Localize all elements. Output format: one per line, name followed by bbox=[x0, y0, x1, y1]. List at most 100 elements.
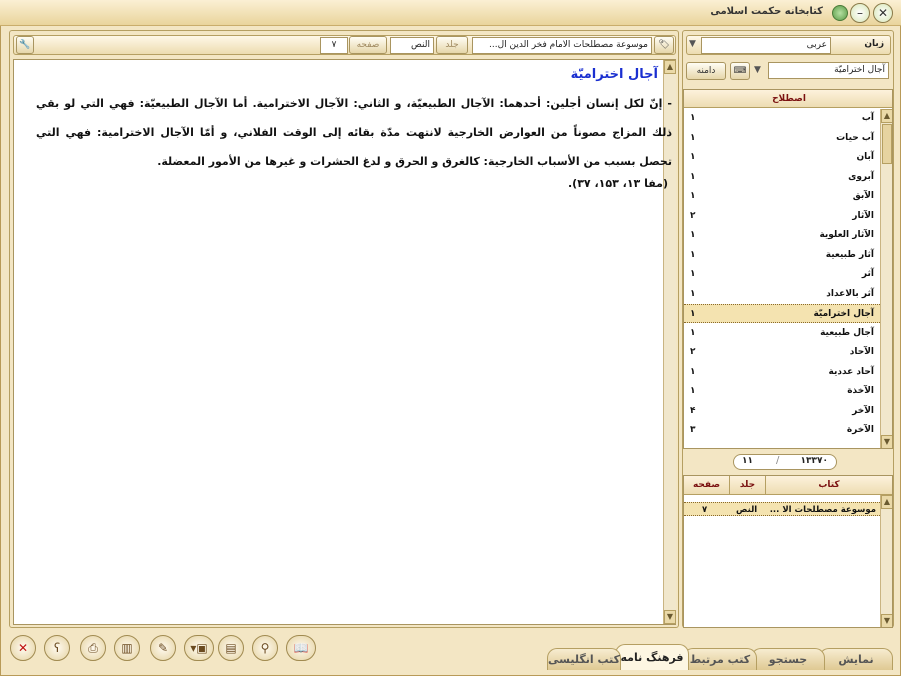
term-word: الآخر bbox=[852, 405, 874, 416]
close-window-button[interactable]: ✕ bbox=[873, 3, 893, 23]
list-item[interactable]: آجال اختراميّة ۱ bbox=[684, 304, 880, 323]
dictionary-panel: زبان عربی ▼ آجال اختراميّة ▼ ⌨ دامنه اصط… bbox=[682, 30, 894, 628]
books-scrollbar[interactable]: ▲ ▼ bbox=[880, 495, 892, 627]
list-item[interactable]: آب حیات ۱ bbox=[684, 129, 880, 148]
chevron-down-icon[interactable]: ▼ bbox=[754, 65, 761, 75]
article-reference: (مفا ۱۳، ۱۵۳، ۳۷). bbox=[568, 177, 668, 190]
books-table: کتاب جلد صفحه موسوعة مصطلحات الا ... النص… bbox=[683, 475, 893, 628]
page-label: صفحه bbox=[356, 40, 380, 50]
list-item[interactable]: آبروی ۱ bbox=[684, 168, 880, 187]
term-count: ۲ bbox=[690, 347, 696, 357]
list-item[interactable]: آبان ۱ bbox=[684, 148, 880, 167]
copy-icon: ▤ bbox=[225, 641, 237, 655]
term-list-header: اصطلاح bbox=[684, 90, 892, 108]
volume-button[interactable]: جلد bbox=[436, 36, 468, 54]
col-page[interactable]: صفحه bbox=[684, 476, 730, 494]
export-button[interactable]: ▾▣ bbox=[184, 635, 214, 661]
tag-button[interactable]: 🏷 bbox=[654, 36, 674, 54]
print-icon: ⎙ bbox=[88, 641, 98, 655]
position-divider: / bbox=[776, 455, 780, 466]
term-count: ۱ bbox=[690, 309, 696, 319]
term-word: آحاد عددية bbox=[828, 366, 874, 377]
tab-4[interactable]: کتب انگلیسی bbox=[547, 648, 621, 670]
chevron-down-icon[interactable]: ▼ bbox=[689, 39, 696, 49]
scroll-down-arrow[interactable]: ▼ bbox=[881, 614, 892, 627]
wrench-button[interactable]: 🔧 bbox=[16, 36, 34, 54]
scroll-up-arrow[interactable]: ▲ bbox=[664, 60, 676, 74]
term-word: آبان bbox=[856, 152, 874, 162]
scroll-up-arrow[interactable]: ▲ bbox=[881, 109, 892, 123]
page-field[interactable]: ۷ bbox=[320, 37, 348, 54]
book-rows: موسوعة مصطلحات الا ... النص ۷ bbox=[684, 502, 880, 622]
col-volume[interactable]: جلد bbox=[730, 476, 766, 494]
tab-3[interactable]: فرهنگ نامه bbox=[615, 644, 689, 670]
list-item[interactable]: الآثار العلوية ۱ bbox=[684, 226, 880, 245]
edit-button[interactable]: ✎ bbox=[150, 635, 176, 661]
term-word: آثر bbox=[861, 269, 874, 279]
term-word: الآخرة bbox=[846, 425, 874, 435]
list-item[interactable]: الآحاد ۲ bbox=[684, 343, 880, 362]
term-word: آب حیات bbox=[836, 132, 874, 143]
open-book-button[interactable]: 📖 bbox=[286, 635, 316, 661]
term-word: الآبق bbox=[852, 191, 874, 201]
term-count: ۱ bbox=[690, 327, 696, 338]
term-count: ۱ bbox=[690, 152, 696, 162]
list-item[interactable]: الآخذة ۱ bbox=[684, 382, 880, 401]
term-count: ۱ bbox=[690, 249, 696, 260]
keyboard-icon: ⌨ bbox=[733, 66, 747, 76]
books-icon: ▥ bbox=[121, 641, 133, 655]
term-word: آجال طبیعیة bbox=[820, 327, 874, 338]
copy-button[interactable]: ▤ bbox=[218, 635, 244, 661]
article-body: - إنّ لكل إنسان أجلين: أحدهما: الآجال ال… bbox=[36, 97, 672, 168]
page-button[interactable]: صفحه bbox=[349, 36, 387, 54]
tab-0[interactable]: نمایش bbox=[819, 648, 893, 670]
list-item[interactable]: الآخر ۴ bbox=[684, 402, 880, 421]
scroll-up-arrow[interactable]: ▲ bbox=[881, 495, 892, 509]
scroll-thumb[interactable] bbox=[882, 124, 892, 164]
list-item[interactable]: آب ۱ bbox=[684, 109, 880, 128]
scope-button[interactable]: دامنه bbox=[686, 62, 726, 80]
term-count: ۱ bbox=[690, 230, 696, 240]
list-item[interactable]: الآخرة ۳ bbox=[684, 421, 880, 440]
term-list-scrollbar[interactable]: ▲ ▼ bbox=[880, 109, 892, 448]
term-word: آجال اختراميّة bbox=[813, 309, 874, 319]
article-title: آجال اختراميّة bbox=[570, 67, 658, 82]
list-item[interactable]: آجال طبیعیة ۱ bbox=[684, 324, 880, 343]
term-items: آب ۱ آب حیات ۱ آبان ۱ آبروی ۱ الآبق ۱ الآثار ۲ الآثا… bbox=[684, 109, 880, 448]
export-icon: ▾▣ bbox=[190, 641, 208, 655]
term-count: ۳ bbox=[690, 425, 696, 435]
list-item[interactable]: آثار طبیعیة ۱ bbox=[684, 246, 880, 265]
close-button[interactable]: ✕ bbox=[10, 635, 36, 661]
table-row[interactable]: موسوعة مصطلحات الا ... النص ۷ bbox=[684, 502, 880, 516]
position-index[interactable]: ۱۱ bbox=[742, 456, 753, 466]
keyboard-button[interactable]: ⌨ bbox=[730, 62, 750, 80]
term-word: آثار طبیعیة bbox=[825, 249, 874, 260]
col-book[interactable]: کتاب bbox=[766, 476, 892, 494]
books-button[interactable]: ▥ bbox=[114, 635, 140, 661]
content-panel: 🔧 🏷 موسوعة مصطلحات الامام فخر الدين ال..… bbox=[9, 30, 679, 628]
term-count: ۱ bbox=[690, 171, 696, 182]
print-button[interactable]: ⎙ bbox=[80, 635, 106, 661]
scroll-down-arrow[interactable]: ▼ bbox=[664, 610, 676, 624]
term-count: ۱ bbox=[690, 288, 696, 299]
term-count: ۱ bbox=[690, 366, 696, 377]
tab-1[interactable]: جستجو bbox=[751, 648, 825, 670]
tab-2[interactable]: کتب مرتبط bbox=[683, 648, 757, 670]
zoom-button[interactable]: ⚲ bbox=[252, 635, 278, 661]
volume-field[interactable]: النص bbox=[390, 37, 434, 54]
list-item[interactable]: آحاد عددية ۱ bbox=[684, 363, 880, 382]
scroll-down-arrow[interactable]: ▼ bbox=[881, 435, 892, 448]
language-select[interactable]: عربی bbox=[701, 37, 831, 54]
book-title-field[interactable]: موسوعة مصطلحات الامام فخر الدين ال... bbox=[472, 37, 652, 54]
position-total: ۱۳۳۷۰ bbox=[800, 456, 828, 466]
minimize-window-button[interactable]: – bbox=[850, 3, 870, 23]
list-item[interactable]: الآثار ۲ bbox=[684, 207, 880, 226]
list-item[interactable]: آثر ۱ bbox=[684, 265, 880, 284]
term-word: آبروی bbox=[848, 171, 874, 182]
books-table-header: کتاب جلد صفحه bbox=[684, 476, 892, 495]
help-button[interactable]: ʕ bbox=[44, 635, 70, 661]
list-item[interactable]: آثر بالاعداد ۱ bbox=[684, 285, 880, 304]
list-item[interactable]: الآبق ۱ bbox=[684, 187, 880, 206]
search-input[interactable]: آجال اختراميّة bbox=[768, 62, 889, 79]
app-logo-icon bbox=[832, 5, 848, 21]
